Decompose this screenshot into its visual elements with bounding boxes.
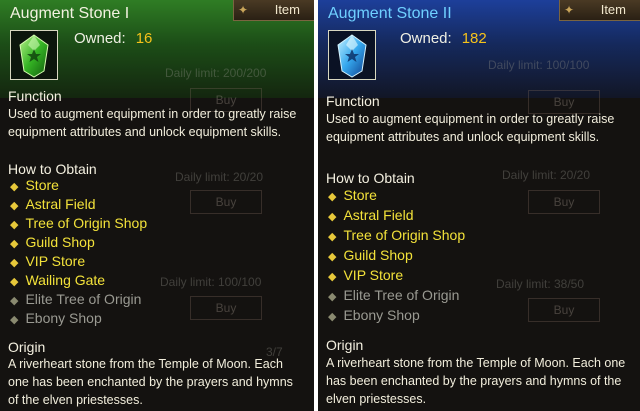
diamond-bullet-icon: ◆ <box>10 276 19 288</box>
obtain-source-item[interactable]: ◆ Guild Shop <box>328 245 465 265</box>
obtain-source-item[interactable]: ◆ Astral Field <box>10 195 147 214</box>
obtain-source-item[interactable]: ◆ VIP Store <box>10 252 147 271</box>
obtain-heading: How to Obtain <box>326 170 415 186</box>
item-tooltip-augment-stone-2: Daily limit: 100/100 Buy Daily limit: 20… <box>318 0 640 411</box>
diamond-bullet-icon: ◆ <box>328 311 337 323</box>
owned-value: 16 <box>135 30 153 47</box>
obtain-source-item[interactable]: ◆ Store <box>328 185 465 205</box>
obtain-source-label: VIP Store <box>25 253 86 269</box>
obtain-source-item[interactable]: ◆ Astral Field <box>328 205 465 225</box>
obtain-source-label: Tree of Origin Shop <box>25 215 148 231</box>
owned-label: Owned: <box>74 30 126 47</box>
diamond-bullet-icon: ◆ <box>10 181 19 193</box>
obtain-source-item[interactable]: ◆ Tree of Origin Shop <box>328 225 465 245</box>
bg-buy-button: Buy <box>190 190 262 214</box>
obtain-source-label: VIP Store <box>343 267 404 283</box>
obtain-source-label: Guild Shop <box>25 234 95 250</box>
bg-daily-limit: Daily limit: 100/100 <box>160 275 262 289</box>
obtain-source-label: Elite Tree of Origin <box>343 287 460 303</box>
bg-daily-limit: Daily limit: 38/50 <box>496 277 585 291</box>
diamond-bullet-icon: ◆ <box>10 314 19 326</box>
obtain-source-label: Ebony Shop <box>25 310 102 326</box>
origin-heading: Origin <box>326 337 364 353</box>
obtain-source-item[interactable]: ◆ Elite Tree of Origin <box>328 285 465 305</box>
obtain-source-label: Astral Field <box>25 196 96 212</box>
diamond-bullet-icon: ◆ <box>10 238 19 250</box>
ornament-icon: ✦ <box>564 3 575 17</box>
item-icon-frame[interactable] <box>328 30 376 80</box>
bg-buy-button: Buy <box>528 298 600 322</box>
obtain-list: ◆ Store ◆ Astral Field ◆ Tree of Origin Shop ◆… <box>10 176 147 328</box>
diamond-bullet-icon: ◆ <box>10 257 19 269</box>
bg-daily-limit: Daily limit: 200/200 <box>165 66 267 80</box>
bg-buy-button: Buy <box>190 296 262 320</box>
obtain-source-label: Tree of Origin Shop <box>343 227 466 243</box>
origin-text: A riverheart stone from the Temple of Mo… <box>326 356 626 406</box>
obtain-source-item[interactable]: ◆ VIP Store <box>328 265 465 285</box>
function-text: Used to augment equipment in order to gr… <box>326 112 615 144</box>
function-heading: Function <box>326 93 380 109</box>
obtain-source-label: Elite Tree of Origin <box>25 291 142 307</box>
obtain-source-label: Astral Field <box>343 207 414 223</box>
item-title: Augment Stone II <box>328 5 452 22</box>
green-gem-icon <box>19 34 49 78</box>
obtain-source-label: Store <box>25 177 59 193</box>
origin-text: A riverheart stone from the Temple of Mo… <box>8 357 293 407</box>
origin-heading: Origin <box>8 339 46 355</box>
diamond-bullet-icon: ◆ <box>328 211 337 223</box>
diamond-bullet-icon: ◆ <box>328 271 337 283</box>
owned-count: Owned: 16 <box>74 30 152 47</box>
obtain-source-label: Wailing Gate <box>25 272 106 288</box>
diamond-bullet-icon: ◆ <box>328 251 337 263</box>
diamond-bullet-icon: ◆ <box>328 231 337 243</box>
obtain-source-item[interactable]: ◆ Guild Shop <box>10 233 147 252</box>
bg-daily-limit: Daily limit: 20/20 <box>175 170 264 184</box>
diamond-bullet-icon: ◆ <box>10 200 19 212</box>
obtain-source-item[interactable]: ◆ Store <box>10 176 147 195</box>
item-tooltip-augment-stone-1: Daily limit: 200/200 Buy Daily limit: 20… <box>0 0 314 411</box>
obtain-list: ◆ Store ◆ Astral Field ◆ Tree of Origin Shop ◆… <box>328 185 465 325</box>
bg-daily-limit: Daily limit: 100/100 <box>488 58 590 72</box>
bg-daily-limit: Daily limit: 20/20 <box>502 168 591 182</box>
owned-value: 182 <box>461 30 487 47</box>
ornament-icon: ✦ <box>238 3 249 17</box>
item-type-tag: ✦ Item <box>559 0 640 21</box>
item-icon-frame[interactable] <box>10 30 58 80</box>
blue-gem-icon <box>337 34 367 78</box>
obtain-heading: How to Obtain <box>8 161 97 177</box>
obtain-source-item[interactable]: ◆ Wailing Gate <box>10 271 147 290</box>
obtain-source-item[interactable]: ◆ Elite Tree of Origin <box>10 290 147 309</box>
owned-count: Owned: 182 <box>400 30 487 47</box>
function-heading: Function <box>8 88 62 104</box>
function-text: Used to augment equipment in order to gr… <box>8 107 297 139</box>
item-type-tag: ✦ Item <box>233 0 314 21</box>
obtain-source-item[interactable]: ◆ Tree of Origin Shop <box>10 214 147 233</box>
bg-buy-button: Buy <box>528 190 600 214</box>
obtain-source-label: Ebony Shop <box>343 307 420 323</box>
diamond-bullet-icon: ◆ <box>328 191 337 203</box>
diamond-bullet-icon: ◆ <box>10 219 19 231</box>
item-title: Augment Stone I <box>10 5 130 22</box>
owned-label: Owned: <box>400 30 452 47</box>
obtain-source-label: Store <box>343 187 377 203</box>
diamond-bullet-icon: ◆ <box>10 295 19 307</box>
obtain-source-item[interactable]: ◆ Ebony Shop <box>10 309 147 328</box>
obtain-source-item[interactable]: ◆ Ebony Shop <box>328 305 465 325</box>
obtain-source-label: Guild Shop <box>343 247 413 263</box>
diamond-bullet-icon: ◆ <box>328 291 337 303</box>
